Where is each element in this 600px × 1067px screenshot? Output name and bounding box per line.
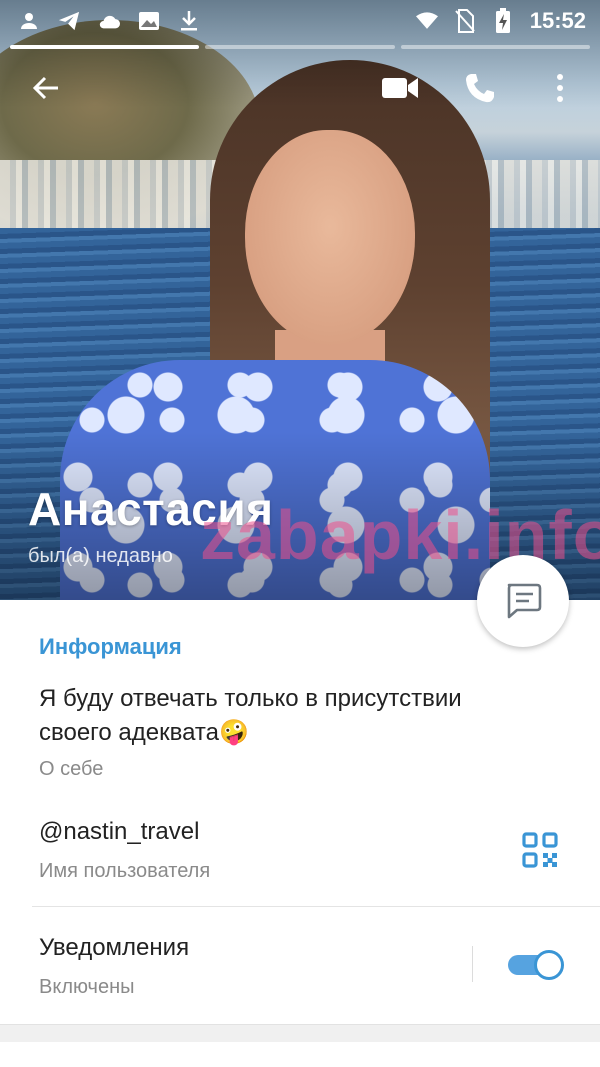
cloud-icon (98, 10, 120, 32)
photo-progress-segment (205, 45, 395, 49)
more-vertical-icon (557, 74, 563, 102)
telegram-icon (58, 10, 80, 32)
username-label: Имя пользователя (39, 860, 211, 882)
more-options-button[interactable] (536, 64, 584, 112)
notifications-label[interactable]: Уведомления (39, 934, 189, 962)
photo-progress-bar (10, 45, 590, 49)
toolbar (0, 58, 600, 118)
no-sim-icon (454, 9, 476, 33)
info-panel: Информация Я буду отвечать только в прис… (0, 600, 600, 1024)
photo-progress-segment (10, 45, 200, 49)
bio-text[interactable]: Я буду отвечать только в присутствии сво… (39, 682, 539, 750)
back-button[interactable] (22, 64, 70, 112)
notifications-toggle[interactable] (508, 950, 564, 980)
qr-code-icon (522, 832, 558, 868)
section-divider (32, 906, 600, 907)
video-camera-icon (382, 78, 418, 98)
vertical-divider (472, 946, 473, 982)
info-section-title: Информация (39, 634, 182, 659)
phone-icon (466, 74, 494, 103)
last-seen-status: был(а) недавно (28, 545, 173, 567)
username-text[interactable]: @nastin_travel (39, 818, 199, 846)
status-time: 15:52 (529, 8, 586, 33)
call-button[interactable] (456, 64, 504, 112)
video-call-button[interactable] (376, 64, 424, 112)
bio-label: О себе (39, 758, 104, 780)
arrow-left-icon (32, 76, 58, 100)
message-button[interactable] (477, 555, 569, 647)
image-icon (138, 10, 160, 32)
next-section (0, 1042, 600, 1067)
message-icon (507, 583, 542, 619)
section-gap (0, 1024, 600, 1042)
toggle-knob (534, 950, 564, 980)
status-bar: 15:52 (0, 0, 600, 42)
battery-charging-icon (492, 8, 514, 33)
download-icon (178, 10, 200, 32)
notifications-status: Включены (39, 976, 135, 998)
wifi-icon (415, 10, 438, 32)
qr-code-button[interactable] (520, 830, 560, 870)
person-icon (18, 10, 40, 32)
photo-progress-segment (400, 45, 590, 49)
